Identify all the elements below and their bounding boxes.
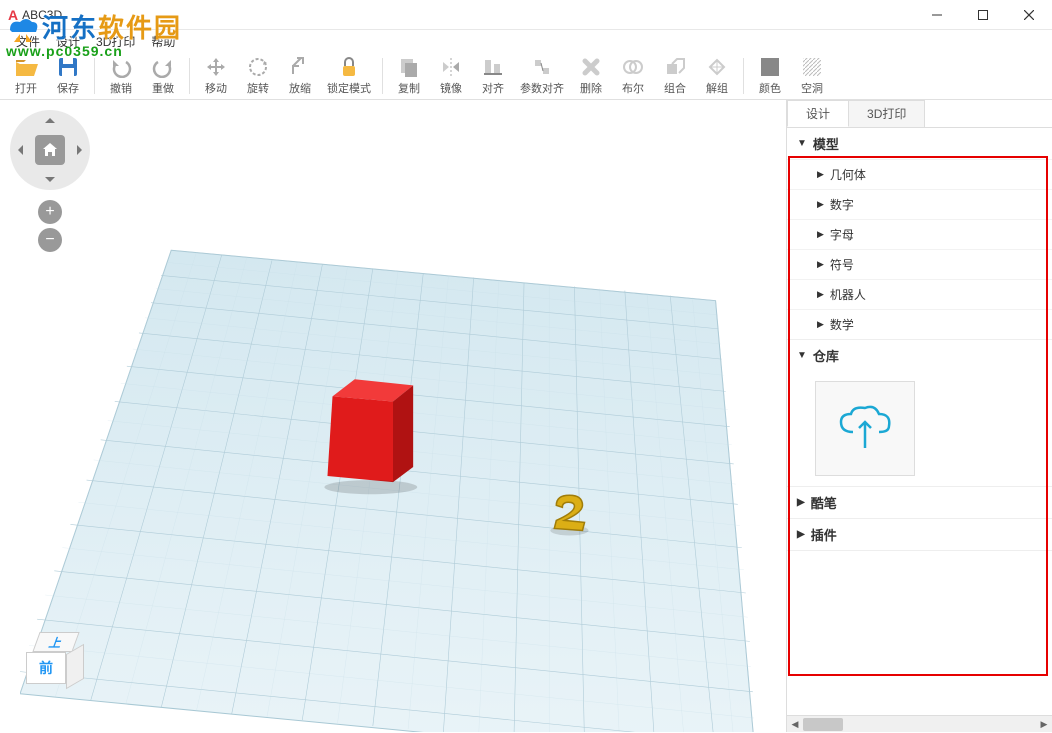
redo-icon (151, 55, 175, 79)
lock-button[interactable]: 锁定模式 (322, 54, 376, 98)
model-item-symbol[interactable]: ▶符号 (787, 249, 1052, 279)
mirror-button[interactable]: 镜像 (431, 54, 471, 98)
group-icon (663, 55, 687, 79)
menu-help[interactable]: 帮助 (143, 31, 183, 52)
section-brush[interactable]: ▶酷笔 (787, 487, 1052, 518)
cloud-upload-icon (835, 404, 895, 454)
folder-open-icon (14, 55, 38, 79)
section-model[interactable]: ▼模型 (787, 128, 1052, 159)
model-item-letter[interactable]: ▶字母 (787, 219, 1052, 249)
orientation-cube[interactable]: 上 前 (20, 632, 90, 702)
tab-3dprint[interactable]: 3D打印 (848, 100, 925, 127)
menubar: 文件 设计 3D打印 帮助 (0, 30, 1052, 52)
model-item-geometry[interactable]: ▶几何体 (787, 159, 1052, 189)
copy-icon (397, 55, 421, 79)
menu-design[interactable]: 设计 (48, 31, 88, 52)
undo-icon (109, 55, 133, 79)
undo-button[interactable]: 撤销 (101, 54, 141, 98)
model-item-number[interactable]: ▶数字 (787, 189, 1052, 219)
rotate-icon (246, 55, 270, 79)
3d-viewport[interactable]: + − 上 前 (0, 100, 786, 732)
save-icon (56, 55, 80, 79)
tab-design[interactable]: 设计 (787, 100, 849, 127)
group-button[interactable]: 组合 (655, 54, 695, 98)
open-button[interactable]: 打开 (6, 54, 46, 98)
app-logo: A (8, 7, 18, 23)
zoom-out-button[interactable]: − (38, 228, 62, 252)
home-view-icon[interactable] (35, 135, 65, 165)
maximize-button[interactable] (960, 0, 1006, 30)
menu-file[interactable]: 文件 (8, 31, 48, 52)
delete-icon (579, 55, 603, 79)
app-title: ABC3D (22, 8, 62, 22)
ungroup-button[interactable]: 解组 (697, 54, 737, 98)
align-button[interactable]: 对齐 (473, 54, 513, 98)
section-plugin[interactable]: ▶插件 (787, 519, 1052, 550)
upload-cloud-button[interactable] (815, 381, 915, 476)
scale-icon (288, 55, 312, 79)
boolean-button[interactable]: 布尔 (613, 54, 653, 98)
mirror-icon (439, 55, 463, 79)
move-button[interactable]: 移动 (196, 54, 236, 98)
3d-grid (20, 220, 766, 732)
scale-button[interactable]: 放缩 (280, 54, 320, 98)
copy-button[interactable]: 复制 (389, 54, 429, 98)
section-warehouse[interactable]: ▼仓库 (787, 340, 1052, 371)
ungroup-icon (705, 55, 729, 79)
model-item-robot[interactable]: ▶机器人 (787, 279, 1052, 309)
delete-button[interactable]: 删除 (571, 54, 611, 98)
color-icon (758, 55, 782, 79)
model-item-math[interactable]: ▶数学 (787, 309, 1052, 339)
redo-button[interactable]: 重做 (143, 54, 183, 98)
param-align-button[interactable]: 参数对齐 (515, 54, 569, 98)
titlebar: A ABC3D (0, 0, 1052, 30)
hollow-icon (800, 55, 824, 79)
hollow-button[interactable]: 空洞 (792, 54, 832, 98)
save-button[interactable]: 保存 (48, 54, 88, 98)
move-icon (204, 55, 228, 79)
boolean-icon (621, 55, 645, 79)
param-align-icon (530, 55, 554, 79)
lock-icon (337, 55, 361, 79)
toolbar: 打开 保存 撤销 重做 移动 旋转 放缩 锁定模式 复制 镜像 对齐 (0, 52, 1052, 100)
side-panel: 设计 3D打印 ▼模型 ▶几何体 ▶数字 ▶字母 ▶符号 ▶机器人 ▶数学 ▼仓… (786, 100, 1052, 732)
cube-front-face[interactable]: 前 (26, 652, 66, 684)
color-button[interactable]: 颜色 (750, 54, 790, 98)
view-compass[interactable] (10, 110, 90, 190)
menu-3dprint[interactable]: 3D打印 (88, 31, 143, 52)
zoom-in-button[interactable]: + (38, 200, 62, 224)
rotate-button[interactable]: 旋转 (238, 54, 278, 98)
horizontal-scrollbar[interactable]: ◀▶ (787, 715, 1052, 732)
align-icon (481, 55, 505, 79)
minimize-button[interactable] (914, 0, 960, 30)
close-button[interactable] (1006, 0, 1052, 30)
